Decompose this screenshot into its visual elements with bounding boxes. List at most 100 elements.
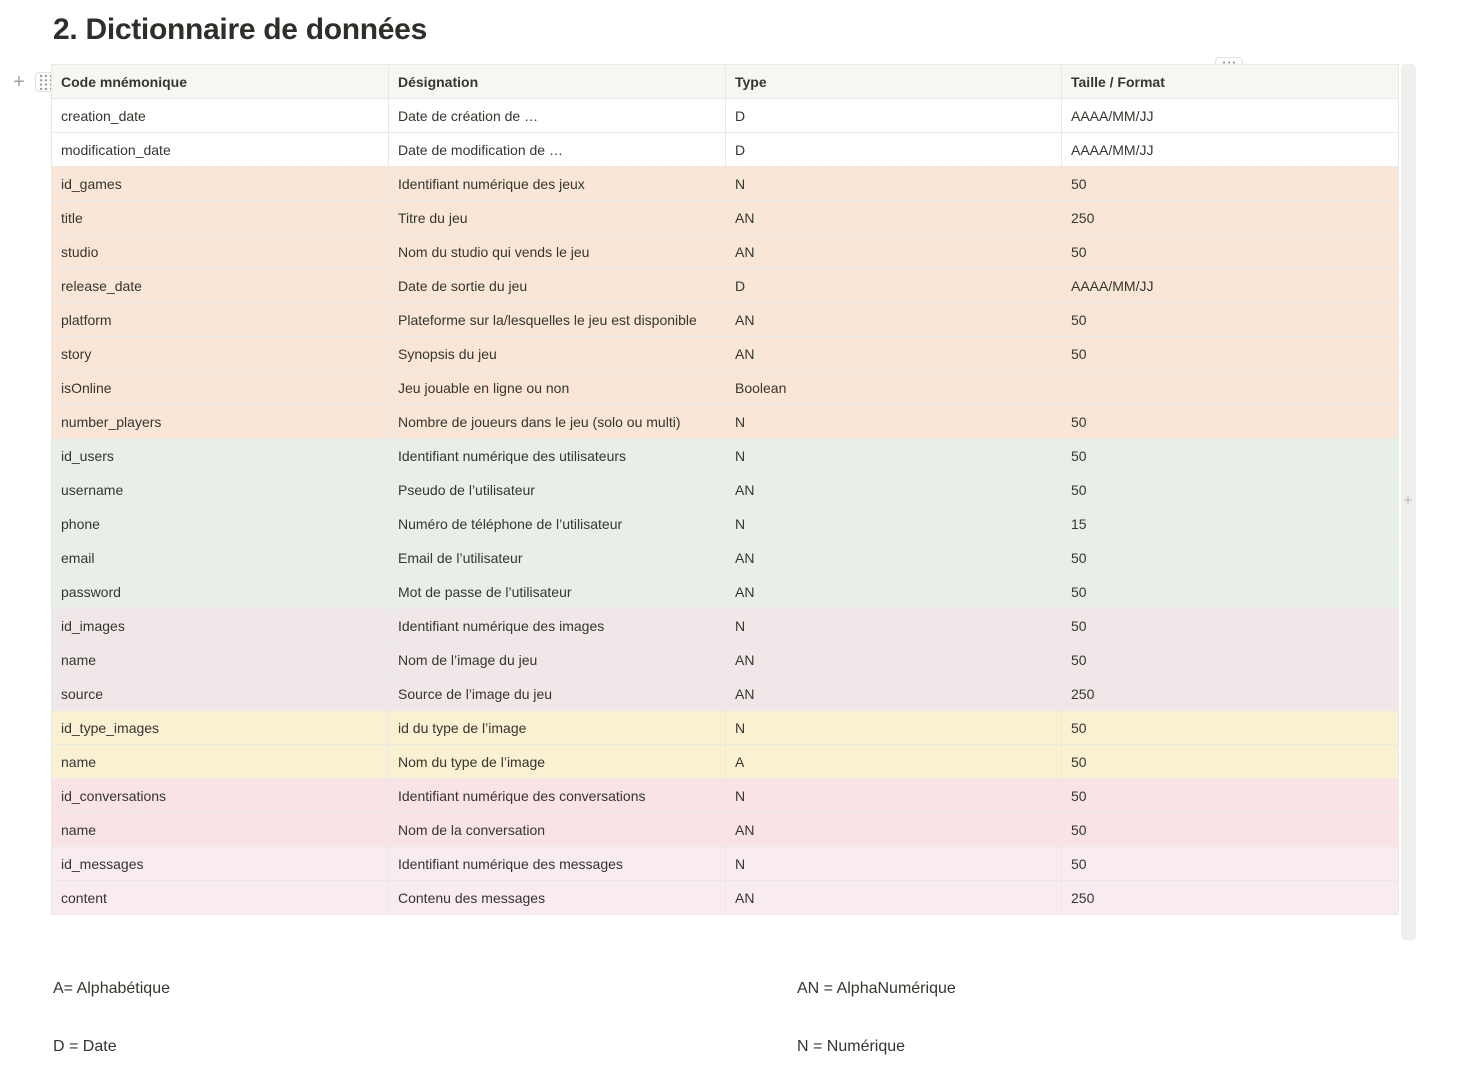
cell-type[interactable]: AN <box>725 642 1062 677</box>
cell-code[interactable]: id_type_images <box>51 710 389 745</box>
cell-size-format[interactable]: 50 <box>1061 540 1399 575</box>
cell-size-format[interactable]: 50 <box>1061 778 1399 813</box>
header-designation[interactable]: Désignation <box>388 64 726 99</box>
cell-type[interactable]: D <box>725 98 1062 133</box>
cell-size-format[interactable]: 50 <box>1061 336 1399 371</box>
cell-designation[interactable]: Identifiant numérique des images <box>388 608 726 643</box>
cell-size-format[interactable]: 50 <box>1061 608 1399 643</box>
cell-size-format[interactable]: 50 <box>1061 574 1399 609</box>
cell-type[interactable]: N <box>725 608 1062 643</box>
cell-designation[interactable]: Mot de passe de l’utilisateur <box>388 574 726 609</box>
cell-size-format[interactable]: 50 <box>1061 404 1399 439</box>
cell-type[interactable]: AN <box>725 234 1062 269</box>
cell-type[interactable]: AN <box>725 336 1062 371</box>
cell-code[interactable]: id_users <box>51 438 389 473</box>
cell-size-format[interactable]: 50 <box>1061 642 1399 677</box>
cell-code[interactable]: name <box>51 642 389 677</box>
cell-designation[interactable]: Nom de l’image du jeu <box>388 642 726 677</box>
cell-code[interactable]: release_date <box>51 268 389 303</box>
cell-code[interactable]: platform <box>51 302 389 337</box>
cell-size-format[interactable]: 50 <box>1061 744 1399 779</box>
cell-code[interactable]: username <box>51 472 389 507</box>
cell-code[interactable]: source <box>51 676 389 711</box>
cell-type[interactable]: N <box>725 438 1062 473</box>
cell-code[interactable]: id_messages <box>51 846 389 881</box>
cell-type[interactable]: AN <box>725 540 1062 575</box>
cell-designation[interactable]: Date de sortie du jeu <box>388 268 726 303</box>
cell-code[interactable]: story <box>51 336 389 371</box>
cell-designation[interactable]: Contenu des messages <box>388 880 726 915</box>
cell-size-format[interactable]: 50 <box>1061 710 1399 745</box>
cell-designation[interactable]: Date de modification de … <box>388 132 726 167</box>
header-code[interactable]: Code mnémonique <box>51 64 389 99</box>
cell-type[interactable]: Boolean <box>725 370 1062 405</box>
cell-type[interactable]: N <box>725 710 1062 745</box>
cell-code[interactable]: title <box>51 200 389 235</box>
cell-designation[interactable]: Pseudo de l’utilisateur <box>388 472 726 507</box>
cell-size-format[interactable]: 250 <box>1061 880 1399 915</box>
cell-code[interactable]: name <box>51 812 389 847</box>
cell-designation[interactable]: Titre du jeu <box>388 200 726 235</box>
cell-type[interactable]: AN <box>725 812 1062 847</box>
cell-type[interactable]: AN <box>725 472 1062 507</box>
cell-designation[interactable]: Identifiant numérique des jeux <box>388 166 726 201</box>
cell-code[interactable]: id_conversations <box>51 778 389 813</box>
cell-code[interactable]: modification_date <box>51 132 389 167</box>
cell-code[interactable]: creation_date <box>51 98 389 133</box>
cell-size-format[interactable]: 50 <box>1061 302 1399 337</box>
cell-type[interactable]: AN <box>725 676 1062 711</box>
cell-code[interactable]: name <box>51 744 389 779</box>
cell-type[interactable]: N <box>725 404 1062 439</box>
cell-type[interactable]: D <box>725 268 1062 303</box>
cell-designation[interactable]: Synopsis du jeu <box>388 336 726 371</box>
cell-type[interactable]: AN <box>725 200 1062 235</box>
cell-designation[interactable]: Nombre de joueurs dans le jeu (solo ou m… <box>388 404 726 439</box>
cell-type[interactable]: D <box>725 132 1062 167</box>
cell-size-format[interactable]: AAAA/MM/JJ <box>1061 98 1399 133</box>
header-size-format[interactable]: Taille / Format <box>1061 64 1399 99</box>
cell-size-format[interactable]: 50 <box>1061 166 1399 201</box>
cell-size-format[interactable]: 15 <box>1061 506 1399 541</box>
cell-size-format[interactable]: 50 <box>1061 234 1399 269</box>
cell-code[interactable]: id_images <box>51 608 389 643</box>
cell-size-format[interactable]: 50 <box>1061 472 1399 507</box>
cell-designation[interactable]: Date de création de … <box>388 98 726 133</box>
cell-designation[interactable]: Source de l’image du jeu <box>388 676 726 711</box>
cell-designation[interactable]: Email de l’utilisateur <box>388 540 726 575</box>
cell-size-format[interactable] <box>1061 370 1399 405</box>
cell-designation[interactable]: Jeu jouable en ligne ou non <box>388 370 726 405</box>
header-type[interactable]: Type <box>725 64 1062 99</box>
cell-type[interactable]: N <box>725 778 1062 813</box>
cell-type[interactable]: AN <box>725 880 1062 915</box>
cell-designation[interactable]: Identifiant numérique des conversations <box>388 778 726 813</box>
cell-size-format[interactable]: 250 <box>1061 676 1399 711</box>
cell-code[interactable]: email <box>51 540 389 575</box>
cell-code[interactable]: id_games <box>51 166 389 201</box>
cell-size-format[interactable]: 50 <box>1061 846 1399 881</box>
cell-code[interactable]: phone <box>51 506 389 541</box>
cell-size-format[interactable]: 50 <box>1061 438 1399 473</box>
cell-designation[interactable]: Nom de la conversation <box>388 812 726 847</box>
cell-designation[interactable]: Nom du studio qui vends le jeu <box>388 234 726 269</box>
cell-designation[interactable]: id du type de l’image <box>388 710 726 745</box>
cell-designation[interactable]: Numéro de téléphone de l’utilisateur <box>388 506 726 541</box>
cell-designation[interactable]: Nom du type de l’image <box>388 744 726 779</box>
cell-code[interactable]: content <box>51 880 389 915</box>
cell-code[interactable]: studio <box>51 234 389 269</box>
cell-size-format[interactable]: 50 <box>1061 812 1399 847</box>
cell-designation[interactable]: Identifiant numérique des utilisateurs <box>388 438 726 473</box>
cell-type[interactable]: N <box>725 846 1062 881</box>
cell-code[interactable]: number_players <box>51 404 389 439</box>
cell-size-format[interactable]: AAAA/MM/JJ <box>1061 132 1399 167</box>
cell-designation[interactable]: Identifiant numérique des messages <box>388 846 726 881</box>
cell-type[interactable]: N <box>725 166 1062 201</box>
add-column-plus-icon[interactable]: + <box>1402 493 1414 508</box>
add-row-plus-icon[interactable]: + <box>10 72 28 92</box>
cell-type[interactable]: A <box>725 744 1062 779</box>
cell-type[interactable]: AN <box>725 574 1062 609</box>
cell-size-format[interactable]: 250 <box>1061 200 1399 235</box>
cell-type[interactable]: N <box>725 506 1062 541</box>
cell-code[interactable]: password <box>51 574 389 609</box>
cell-size-format[interactable]: AAAA/MM/JJ <box>1061 268 1399 303</box>
cell-code[interactable]: isOnline <box>51 370 389 405</box>
